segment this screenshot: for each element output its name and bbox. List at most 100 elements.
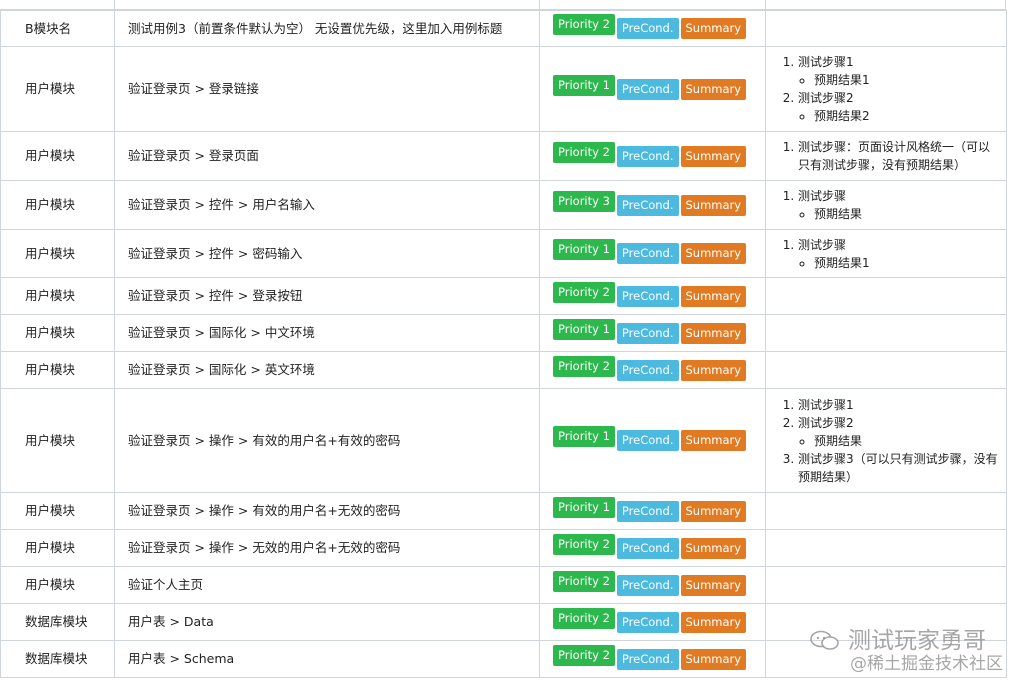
priority-badge[interactable]: Priority 2	[553, 644, 615, 666]
tags-cell: Priority 3 PreCond. Summary	[539, 180, 766, 230]
priority-badge[interactable]: Priority 2	[553, 533, 615, 555]
module-cell: 用户模块	[0, 229, 115, 278]
summary-badge[interactable]: Summary	[680, 285, 747, 307]
table-row[interactable]: 用户模块 验证登录页 > 操作 > 有效的用户名+有效的密码 Priority 1P…	[0, 388, 1007, 493]
steps-cell	[765, 603, 1007, 641]
precond-badge[interactable]: PreCond.	[616, 18, 679, 39]
table-row[interactable]: 用户模块 验证登录页 > 操作 > 有效的用户名+无效的密码 Priority 1P…	[0, 492, 1007, 530]
step-text: 测试步骤2	[798, 415, 854, 430]
priority-badge[interactable]: Priority 2	[553, 355, 615, 377]
module-cell: 数据库模块	[0, 603, 115, 641]
case-title-cell[interactable]: 用户表 > Data	[114, 603, 540, 641]
case-title-cell[interactable]: 验证登录页 > 操作 > 有效的用户名+无效的密码	[114, 492, 540, 530]
case-title-cell[interactable]: 验证登录页 > 国际化 > 英文环境	[114, 351, 540, 389]
table-row[interactable]: 数据库模块 用户表 > Schema Priority 2 PreCond. Summa…	[0, 640, 1007, 678]
priority-badge[interactable]: Priority 2	[553, 141, 615, 163]
expected-results-list: 预期结果1	[798, 254, 998, 272]
precond-badge[interactable]: PreCond.	[616, 359, 679, 381]
tags-cell: Priority 1 PreCond. Summary	[539, 492, 766, 530]
precond-badge[interactable]: PreCond.	[616, 145, 679, 167]
precond-badge[interactable]: PreCond.	[616, 500, 679, 522]
priority-badge[interactable]: Priority 1	[553, 496, 615, 518]
test-case-table-view: B模块名 测试用例3（前置条件默认为空） 无设置优先级，这里加入用例标题 Prior…	[0, 0, 1017, 688]
case-title-cell[interactable]: 验证登录页 > 控件 > 登录按钮	[114, 277, 540, 315]
case-title-cell[interactable]: 验证登录页 > 操作 > 无效的用户名+无效的密码	[114, 529, 540, 567]
steps-cell	[765, 277, 1007, 315]
summary-badge[interactable]: Summary	[680, 243, 747, 264]
step-text: 测试步骤2	[798, 91, 854, 105]
precond-badge[interactable]: PreCond.	[616, 322, 679, 344]
summary-badge[interactable]: Summary	[680, 648, 747, 670]
step-text: 测试步骤3（可以只有测试步骤，没有预期结果）	[798, 451, 998, 484]
tags-cell: Priority 2 PreCond. Summary	[539, 351, 766, 389]
precond-badge[interactable]: PreCond.	[616, 611, 679, 633]
precond-badge[interactable]: PreCond.	[616, 537, 679, 559]
priority-badge[interactable]: Priority 1	[553, 74, 615, 96]
summary-badge[interactable]: Summary	[680, 500, 747, 522]
tags-cell: Priority 2 PreCond. Summary	[539, 529, 766, 567]
tags-cell: Priority 2 PreCond. Summary	[539, 277, 766, 315]
steps-cell: 测试步骤：页面设计风格统一（可以只有测试步骤，没有预期结果）	[765, 131, 1007, 181]
case-title-cell[interactable]: 验证登录页 > 登录链接	[114, 46, 540, 132]
precond-badge[interactable]: PreCond.	[616, 78, 679, 100]
expected-result-item: 预期结果2	[814, 107, 998, 125]
table-row[interactable]: 数据库模块 用户表 > Data Priority 2 PreCond. Summary	[0, 603, 1007, 641]
precond-badge[interactable]: PreCond.	[616, 285, 679, 307]
step-item: 测试步骤1 预期结果1	[798, 53, 998, 89]
step-text: 测试步骤	[798, 189, 847, 203]
tags-cell: Priority 2 PreCond. Summary	[539, 640, 766, 678]
case-title-cell[interactable]: 验证登录页 > 控件 > 用户名输入	[114, 180, 540, 230]
steps-cell	[765, 314, 1007, 352]
summary-badge[interactable]: Summary	[680, 611, 747, 633]
case-title-cell[interactable]: 验证登录页 > 国际化 > 中文环境	[114, 314, 540, 352]
table-row[interactable]: 用户模块 验证登录页 > 控件 > 密码输入 Priority 1 PreCond. S…	[0, 229, 1007, 278]
table-row[interactable]: 用户模块 验证登录页 > 控件 > 用户名输入 Priority 3 PreCond.…	[0, 180, 1007, 230]
precond-badge[interactable]: PreCond.	[616, 194, 679, 216]
summary-badge[interactable]: Summary	[680, 78, 747, 100]
priority-badge[interactable]: Priority 2	[553, 570, 615, 592]
precond-badge[interactable]: PreCond.	[616, 574, 679, 596]
expected-result-item: 预期结果1	[814, 71, 998, 89]
summary-badge[interactable]: Summary	[680, 574, 747, 596]
priority-badge[interactable]: Priority 2	[553, 14, 615, 35]
summary-badge[interactable]: Summary	[680, 430, 747, 451]
summary-badge[interactable]: Summary	[680, 359, 747, 381]
steps-cell: 测试步骤预期结果	[765, 180, 1007, 230]
priority-badge[interactable]: Priority 3	[553, 190, 615, 212]
table-row[interactable]: 用户模块 验证登录页 > 控件 > 登录按钮 Priority 2 PreCond. S…	[0, 277, 1007, 315]
priority-badge[interactable]: Priority 1	[553, 318, 615, 340]
expected-results-list: 预期结果	[798, 205, 998, 223]
step-text: 测试步骤1	[798, 397, 854, 412]
table-row[interactable]: 用户模块 验证登录页 > 操作 > 无效的用户名+无效的密码 Priority 2P…	[0, 529, 1007, 567]
summary-badge[interactable]: Summary	[680, 322, 747, 344]
summary-badge[interactable]: Summary	[680, 537, 747, 559]
case-title-cell[interactable]: 验证个人主页	[114, 566, 540, 604]
case-title-cell[interactable]: 验证登录页 > 控件 > 密码输入	[114, 229, 540, 278]
module-cell: 用户模块	[0, 46, 115, 132]
module-cell: 数据库模块	[0, 640, 115, 678]
table-row[interactable]: 用户模块 验证登录页 > 登录页面 Priority 2 PreCond. Summar…	[0, 131, 1007, 181]
steps-list: 测试步骤1 预期结果1 测试步骤2 预期结果2	[784, 53, 998, 125]
summary-badge[interactable]: Summary	[680, 145, 747, 167]
table-row[interactable]: 用户模块 验证登录页 > 国际化 > 英文环境 Priority 2 PreCond.…	[0, 351, 1007, 389]
table-row[interactable]: 用户模块 验证个人主页 Priority 2 PreCond. Summary	[0, 566, 1007, 604]
table-row[interactable]: 用户模块 验证登录页 > 国际化 > 中文环境 Priority 1 PreCond.…	[0, 314, 1007, 352]
table-row[interactable]: 用户模块 验证登录页 > 登录链接 Priority 1 PreCond. Summar…	[0, 46, 1007, 132]
priority-badge[interactable]: Priority 1	[553, 426, 615, 447]
table-row[interactable]: B模块名 测试用例3（前置条件默认为空） 无设置优先级，这里加入用例标题 Prior…	[0, 10, 1007, 47]
expected-result-item: 预期结果	[814, 432, 998, 450]
precond-badge[interactable]: PreCond.	[616, 430, 679, 451]
case-title-cell[interactable]: 验证登录页 > 操作 > 有效的用户名+有效的密码	[114, 388, 540, 493]
case-title-cell[interactable]: 用户表 > Schema	[114, 640, 540, 678]
precond-badge[interactable]: PreCond.	[616, 648, 679, 670]
summary-badge[interactable]: Summary	[680, 18, 747, 39]
precond-badge[interactable]: PreCond.	[616, 243, 679, 264]
steps-cell	[765, 529, 1007, 567]
summary-badge[interactable]: Summary	[680, 194, 747, 216]
priority-badge[interactable]: Priority 1	[553, 239, 615, 260]
case-title-cell[interactable]: 测试用例3（前置条件默认为空） 无设置优先级，这里加入用例标题	[114, 10, 540, 47]
case-title-cell[interactable]: 验证登录页 > 登录页面	[114, 131, 540, 181]
priority-badge[interactable]: Priority 2	[553, 281, 615, 303]
priority-badge[interactable]: Priority 2	[553, 607, 615, 629]
tags-cell: Priority 1 PreCond. Summary	[539, 314, 766, 352]
